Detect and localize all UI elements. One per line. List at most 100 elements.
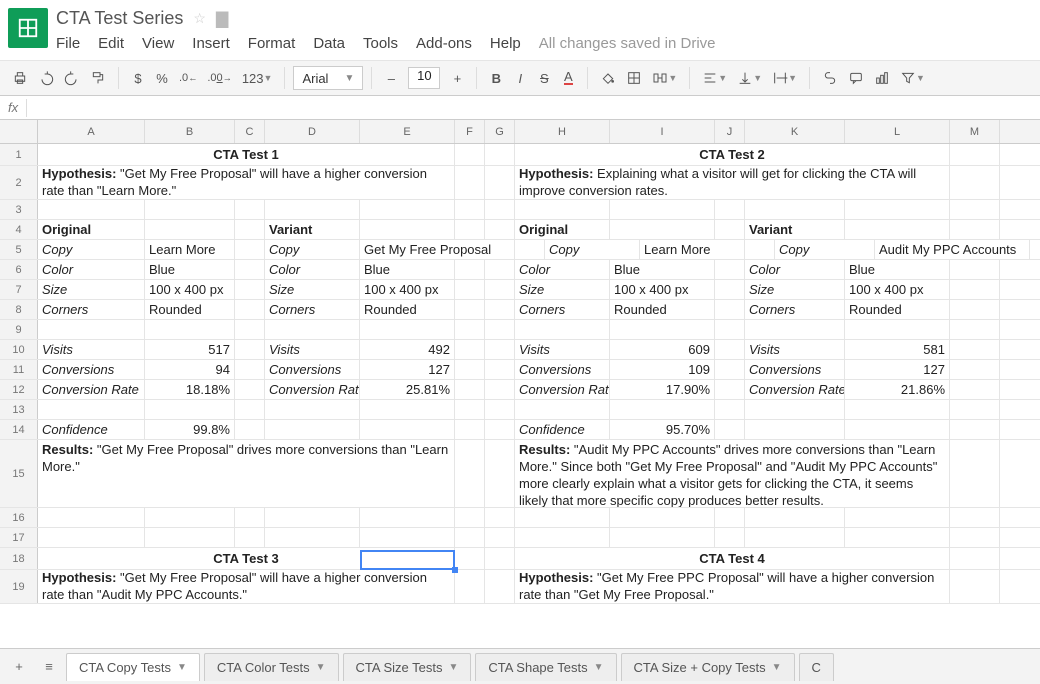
cell[interactable]: Hypothesis: "Get My Free Proposal" will … [38,570,455,603]
insert-link-icon[interactable] [818,66,842,90]
fill-color-button[interactable] [596,66,620,90]
horizontal-align-button[interactable]: ▼ [698,66,731,90]
undo-icon[interactable] [34,66,58,90]
col-C[interactable]: C [235,120,265,143]
cell[interactable]: Get My Free Proposal [360,240,515,259]
cell[interactable]: Variant [745,220,845,239]
col-I[interactable]: I [610,120,715,143]
tab-cta-size-copy-tests[interactable]: CTA Size + Copy Tests▼ [621,653,795,681]
merge-cells-button[interactable]: ▼ [648,66,681,90]
number-format-menu[interactable]: 123 ▼ [238,66,277,90]
row-header[interactable]: 14 [0,420,38,439]
spreadsheet-grid[interactable]: A B C D E F G H I J K L M 1 CTA Test 1 C… [0,120,1040,604]
italic-button[interactable]: I [509,66,531,90]
vertical-align-button[interactable]: ▼ [733,66,766,90]
decrease-decimal-icon[interactable]: .0← [175,66,201,90]
active-cell-handle[interactable] [452,567,458,573]
bold-button[interactable]: B [485,66,507,90]
menu-help[interactable]: Help [490,35,521,52]
caret-down-icon[interactable]: ▼ [594,662,604,673]
tab-cta-copy-tests[interactable]: CTA Copy Tests▼ [66,653,200,681]
tab-cta-shape-tests[interactable]: CTA Shape Tests▼ [475,653,616,681]
column-headers[interactable]: A B C D E F G H I J K L M [0,120,1040,144]
cell[interactable] [485,144,515,165]
row-header[interactable]: 17 [0,528,38,547]
filter-icon[interactable]: ▼ [896,66,929,90]
caret-down-icon[interactable]: ▼ [448,662,458,673]
col-H[interactable]: H [515,120,610,143]
cell[interactable]: Original [38,220,145,239]
increase-decimal-icon[interactable]: .00→ [203,66,235,90]
row-header[interactable]: 15 [0,440,38,507]
cell[interactable]: CTA Test 1 [38,144,455,165]
paint-format-icon[interactable] [86,66,110,90]
menu-addons[interactable]: Add-ons [416,35,472,52]
cell[interactable]: Copy [38,240,145,259]
cell[interactable]: Copy [265,240,360,259]
col-J[interactable]: J [715,120,745,143]
cell[interactable]: Copy [775,240,875,259]
col-B[interactable]: B [145,120,235,143]
cell[interactable]: Results: "Audit My PPC Accounts" drives … [515,440,950,507]
text-wrap-button[interactable]: ▼ [768,66,801,90]
tab-cta-size-tests[interactable]: CTA Size Tests▼ [343,653,472,681]
add-sheet-button[interactable]: + [6,654,32,680]
col-D[interactable]: D [265,120,360,143]
cell[interactable]: Hypothesis: "Get My Free PPC Proposal" w… [515,570,950,603]
formula-bar[interactable]: fx [0,96,1040,120]
col-M[interactable]: M [950,120,1000,143]
row-header[interactable]: 12 [0,380,38,399]
cell[interactable]: Learn More [145,240,235,259]
col-F[interactable]: F [455,120,485,143]
cell[interactable]: Hypothesis: Explaining what a visitor wi… [515,166,950,199]
row-header[interactable]: 19 [0,570,38,603]
row-header[interactable]: 3 [0,200,38,219]
menu-view[interactable]: View [142,35,174,52]
tab-cta-color-tests[interactable]: CTA Color Tests▼ [204,653,339,681]
caret-down-icon[interactable]: ▼ [316,662,326,673]
font-size-select[interactable]: – 10 + [380,66,468,90]
star-icon[interactable]: ☆ [193,10,206,27]
row-header[interactable]: 6 [0,260,38,279]
row-header[interactable]: 5 [0,240,38,259]
row-header[interactable]: 18 [0,548,38,569]
cell[interactable]: Learn More [640,240,745,259]
caret-down-icon[interactable]: ▼ [772,662,782,673]
cell[interactable]: CTA Test 3 [38,548,455,569]
col-E[interactable]: E [360,120,455,143]
col-G[interactable]: G [485,120,515,143]
cell[interactable]: Results: "Get My Free Proposal" drives m… [38,440,455,507]
text-color-button[interactable]: A [557,66,579,90]
col-L[interactable]: L [845,120,950,143]
cell[interactable] [455,166,485,199]
cell[interactable]: CTA Test 2 [515,144,950,165]
menu-insert[interactable]: Insert [192,35,230,52]
font-family-select[interactable]: Arial▼ [293,66,363,90]
cell[interactable]: Variant [265,220,360,239]
menu-format[interactable]: Format [248,35,296,52]
cell[interactable] [455,144,485,165]
cell[interactable] [950,166,1000,199]
cell[interactable]: Audit My PPC Accounts [875,240,1030,259]
cell[interactable]: Hypothesis: "Get My Free Proposal" will … [38,166,455,199]
redo-icon[interactable] [60,66,84,90]
cell[interactable]: Original [515,220,610,239]
format-percent[interactable]: % [151,66,173,90]
caret-down-icon[interactable]: ▼ [177,662,187,673]
row-header[interactable]: 1 [0,144,38,165]
row-header[interactable]: 8 [0,300,38,319]
row-header[interactable]: 9 [0,320,38,339]
row-header[interactable]: 7 [0,280,38,299]
format-currency[interactable]: $ [127,66,149,90]
menu-data[interactable]: Data [313,35,345,52]
insert-chart-icon[interactable] [870,66,894,90]
all-sheets-button[interactable]: ≡ [36,654,62,680]
row-header[interactable]: 10 [0,340,38,359]
cell[interactable]: CTA Test 4 [515,548,950,569]
borders-button[interactable] [622,66,646,90]
col-K[interactable]: K [745,120,845,143]
row-header[interactable]: 16 [0,508,38,527]
folder-icon[interactable]: ▇ [216,9,228,29]
row-header[interactable]: 13 [0,400,38,419]
insert-comment-icon[interactable] [844,66,868,90]
